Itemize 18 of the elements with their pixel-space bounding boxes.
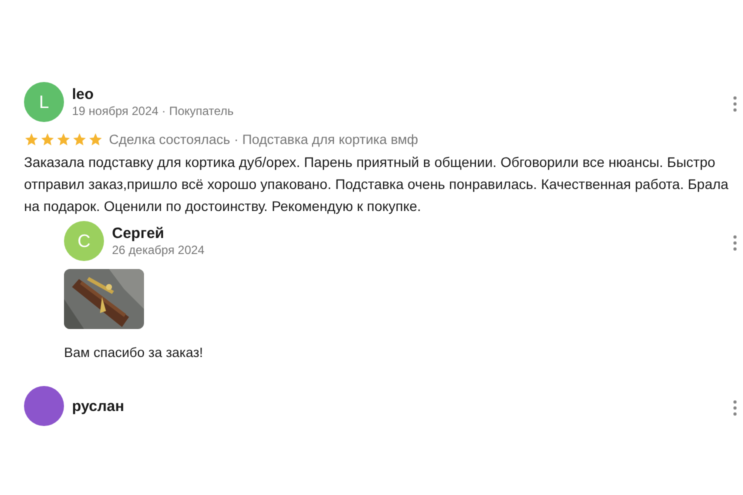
star-icon (40, 132, 55, 147)
more-icon[interactable] (733, 400, 737, 416)
star-icon (56, 132, 71, 147)
review-text: Заказала подставку для кортика дуб/орех. Парень приятный в общении. Обговорили все нюансы. Быстро отправил заказ,пришло всё хорошо упаковано. Подставка очень понравилась. Качественная работа. Брала на подарок. Оценили по достоинству. Рекомендую к покупке. (24, 153, 730, 216)
review-date: 26 декабря 2024 (112, 243, 204, 257)
more-icon[interactable] (733, 235, 737, 251)
reply-text: Вам спасибо за заказ! (64, 345, 204, 360)
review-date: 19 ноября 2024 · Покупатель (72, 104, 234, 118)
star-icon (88, 132, 103, 147)
author-name: руслан (72, 398, 124, 414)
star-icon (24, 132, 39, 147)
author-name: Сергей (112, 225, 166, 242)
star-icon (72, 132, 87, 147)
deal-info: Сделка состоялась · Подставка для кортика вмф (109, 132, 418, 147)
avatar: L (24, 82, 64, 122)
avatar: С (64, 221, 104, 261)
author-name: leo (72, 86, 95, 103)
more-icon[interactable] (733, 96, 737, 112)
